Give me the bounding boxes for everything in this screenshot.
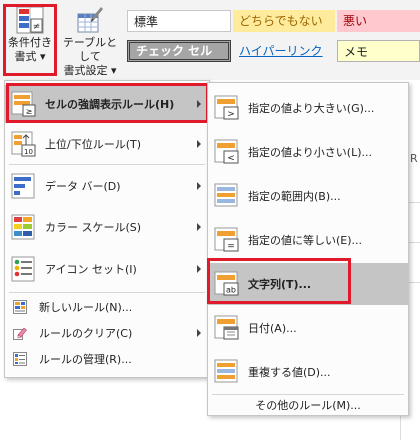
- submenu-item-between[interactable]: 指定の範囲内(B)...: [208, 175, 408, 217]
- style-neutral[interactable]: どちらでもない: [233, 10, 335, 32]
- submenu-arrow-icon: [197, 223, 201, 231]
- date-occurring-icon: [214, 315, 240, 341]
- menu-item-label: 新しいルール(N)...: [39, 301, 133, 314]
- menu-separator: [9, 292, 205, 293]
- menu-item-manage-rules[interactable]: ルールの管理(R)...: [5, 347, 209, 371]
- submenu-arrow-icon: [197, 265, 201, 273]
- data-bars-icon: [11, 173, 37, 199]
- greater-than-icon: >: [214, 95, 240, 121]
- new-rule-icon: [13, 300, 27, 314]
- cell-styles-gallery: 標準 どちらでもない 悪い チェック セル ハイパーリンク メモ: [125, 6, 420, 72]
- submenu-item-label: 指定の値より大きい(G)...: [248, 102, 375, 115]
- menu-item-icon-sets[interactable]: アイコン セット(I): [5, 249, 209, 289]
- submenu-item-label: 指定の範囲内(B)...: [248, 190, 341, 203]
- conditional-formatting-menu: ≥ セルの強調表示ルール(H) 10 上位/下位ルール(T) データ バー(D)…: [4, 80, 210, 378]
- submenu-item-label: その他のルール(M)...: [255, 399, 361, 412]
- submenu-arrow-icon: [197, 140, 201, 148]
- style-hyperlink[interactable]: ハイパーリンク: [233, 40, 335, 62]
- submenu-item-less-than[interactable]: < 指定の値より小さい(L)...: [208, 131, 408, 173]
- less-than-icon: <: [214, 139, 240, 165]
- format-as-table-icon: [76, 6, 104, 34]
- menu-item-top-bottom-rules[interactable]: 10 上位/下位ルール(T): [5, 125, 209, 163]
- style-bad[interactable]: 悪い: [337, 10, 420, 32]
- highlight-cells-rules-submenu: > 指定の値より大きい(G)... < 指定の値より小さい(L)... 指定の範…: [207, 82, 409, 416]
- column-header-fragment: R: [410, 152, 418, 165]
- menu-item-data-bars[interactable]: データ バー(D): [5, 167, 209, 205]
- top-bottom-rules-icon: 10: [11, 131, 37, 157]
- menu-item-label: ルールの管理(R)...: [39, 353, 132, 366]
- menu-separator: [9, 164, 205, 165]
- menu-item-label: 上位/下位ルール(T): [45, 138, 142, 151]
- duplicate-values-icon: [214, 359, 240, 385]
- submenu-item-date-occurring[interactable]: 日付(A)...: [208, 307, 408, 349]
- submenu-item-equal-to[interactable]: = 指定の値に等しい(E)...: [208, 219, 408, 261]
- format-as-table-button[interactable]: テーブルとして 書式設定 ▾: [58, 2, 122, 77]
- between-icon: [214, 183, 240, 209]
- highlight-box-conditional-formatting: [3, 4, 57, 76]
- menu-item-label: カラー スケール(S): [45, 221, 142, 234]
- menu-item-new-rule[interactable]: 新しいルール(N)...: [5, 295, 209, 319]
- style-normal[interactable]: 標準: [127, 10, 231, 32]
- menu-item-label: ルールのクリア(C): [39, 327, 133, 340]
- svg-text:>: >: [227, 110, 235, 120]
- submenu-arrow-icon: [197, 182, 201, 190]
- icon-sets-icon: [11, 256, 37, 282]
- svg-text:10: 10: [24, 148, 33, 156]
- style-check-cell[interactable]: チェック セル: [127, 40, 231, 62]
- submenu-item-label: 日付(A)...: [248, 322, 297, 335]
- submenu-item-duplicate-values[interactable]: 重複する値(D)...: [208, 351, 408, 393]
- equal-to-icon: =: [214, 227, 240, 253]
- ribbon: ≠ 条件付き 書式 ▾ テーブルとして 書式設定 ▾ 標準 どちらでもない 悪い…: [0, 0, 420, 80]
- manage-rules-icon: [13, 352, 27, 366]
- submenu-item-label: 重複する値(D)...: [248, 366, 331, 379]
- submenu-arrow-icon: [197, 329, 201, 337]
- menu-item-clear-rules[interactable]: ルールのクリア(C): [5, 321, 209, 345]
- menu-item-label: データ バー(D): [45, 180, 121, 193]
- submenu-item-greater-than[interactable]: > 指定の値より大きい(G)...: [208, 87, 408, 129]
- submenu-item-more-rules[interactable]: その他のルール(M)...: [208, 396, 408, 414]
- submenu-item-label: 指定の値より小さい(L)...: [248, 146, 372, 159]
- menu-item-color-scales[interactable]: カラー スケール(S): [5, 207, 209, 247]
- submenu-item-label: 指定の値に等しい(E)...: [248, 234, 363, 247]
- clear-rules-icon: [13, 326, 27, 340]
- format-as-table-label-1: テーブルとして: [62, 36, 118, 63]
- color-scales-icon: [11, 214, 37, 240]
- highlight-box-highlight-cells-rules: [6, 83, 209, 123]
- highlight-box-text-contains: [207, 258, 351, 304]
- menu-item-label: アイコン セット(I): [45, 263, 137, 276]
- submenu-separator: [212, 394, 404, 395]
- format-as-table-label-2: 書式設定 ▾: [63, 64, 117, 77]
- svg-text:<: <: [227, 154, 235, 164]
- style-note[interactable]: メモ: [337, 40, 420, 62]
- svg-text:=: =: [227, 242, 235, 252]
